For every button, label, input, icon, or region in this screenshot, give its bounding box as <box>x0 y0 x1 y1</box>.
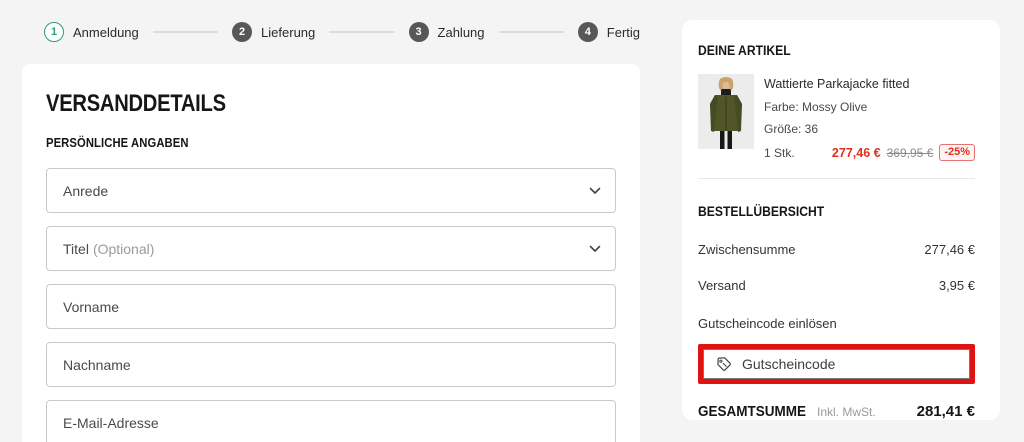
personal-data-fields: Anrede Titel (Optional) Vorname Nachname… <box>46 168 616 442</box>
title-select[interactable]: Titel (Optional) <box>46 226 616 271</box>
grand-total-label-group: GESAMTSUMME Inkl. MwSt. <box>698 403 876 420</box>
step-label: Fertig <box>606 24 641 40</box>
step-number-badge: 2 <box>232 22 253 42</box>
step-anmeldung[interactable]: 1 Anmeldung <box>44 22 139 42</box>
shipping-row: Versand 3,95 € <box>698 278 975 293</box>
cart-item-row: Wattierte Parkajacke fitted Farbe: Mossy… <box>698 74 975 161</box>
current-price: 277,46 € <box>831 145 881 160</box>
first-name-input[interactable]: Vorname <box>46 284 616 329</box>
product-thumbnail-image <box>698 74 754 149</box>
product-info: Wattierte Parkajacke fitted Farbe: Mossy… <box>764 74 975 161</box>
product-size: Größe: 36 <box>764 122 819 136</box>
step-fertig[interactable]: 4 Fertig <box>577 22 641 42</box>
product-name: Wattierte Parkajacke fitted <box>764 77 910 91</box>
quantity-price-row: 1 Stk. 277,46 € 369,95 € -25% <box>764 144 975 161</box>
subtotal-value: 277,46 € <box>924 242 975 257</box>
subtotal-label: Zwischensumme <box>698 242 796 257</box>
checkout-stepper: 1 Anmeldung 2 Lieferung 3 Zahlung 4 Fert… <box>22 0 640 64</box>
checkout-left-column: 1 Anmeldung 2 Lieferung 3 Zahlung 4 Fert… <box>22 0 640 442</box>
vat-included-note: Inkl. MwSt. <box>817 405 876 419</box>
tag-icon <box>717 357 731 371</box>
salutation-select[interactable]: Anrede <box>46 168 616 213</box>
your-articles-title: DEINE ARTIKEL <box>698 43 791 58</box>
grand-total-label: GESAMTSUMME <box>698 403 806 420</box>
email-placeholder: E-Mail-Adresse <box>63 414 159 431</box>
voucher-code-placeholder: Gutscheincode <box>742 356 836 372</box>
section-title-personal-data: PERSÖNLICHE ANGABEN <box>46 136 189 150</box>
product-quantity: 1 Stk. <box>764 145 795 160</box>
step-lieferung[interactable]: 2 Lieferung <box>232 22 315 42</box>
email-input[interactable]: E-Mail-Adresse <box>46 400 616 442</box>
chevron-down-icon <box>589 187 601 194</box>
last-name-placeholder: Nachname <box>63 356 131 373</box>
step-number-badge: 3 <box>408 22 429 42</box>
shipping-value: 3,95 € <box>938 278 975 293</box>
discount-badge: -25% <box>939 144 975 161</box>
shipping-details-card: VERSANDDETAILS PERSÖNLICHE ANGABEN Anred… <box>22 64 640 442</box>
voucher-code-input[interactable]: Gutscheincode <box>703 349 970 379</box>
price-group: 277,46 € 369,95 € -25% <box>832 144 975 161</box>
voucher-highlight-annotation: Gutscheincode <box>698 344 975 384</box>
voucher-redeem-label: Gutscheincode einlösen <box>698 316 837 331</box>
grand-total-value: 281,41 € <box>916 403 975 420</box>
chevron-down-icon <box>589 245 601 252</box>
subtotal-row: Zwischensumme 277,46 € <box>698 242 975 257</box>
original-price: 369,95 € <box>886 145 934 160</box>
step-number-badge: 4 <box>577 22 598 42</box>
product-color: Farbe: Mossy Olive <box>764 100 868 114</box>
step-label: Lieferung <box>261 24 316 40</box>
step-label: Anmeldung <box>73 24 139 40</box>
step-label: Zahlung <box>437 24 485 40</box>
page-title: VERSANDDETAILS <box>46 90 226 117</box>
salutation-select-label: Anrede <box>63 182 109 199</box>
order-overview-section: BESTELLÜBERSICHT <box>698 203 975 221</box>
step-connector-line <box>498 31 564 33</box>
step-number-badge: 1 <box>44 22 64 42</box>
order-overview-title: BESTELLÜBERSICHT <box>698 204 825 219</box>
order-summary-sidebar: DEINE ARTIKEL Wattierte Parkajacke fitte… <box>682 20 1000 420</box>
shipping-label: Versand <box>698 278 746 293</box>
grand-total-row: GESAMTSUMME Inkl. MwSt. 281,41 € <box>698 403 975 420</box>
step-zahlung[interactable]: 3 Zahlung <box>408 22 485 42</box>
step-connector-line <box>152 31 219 33</box>
last-name-input[interactable]: Nachname <box>46 342 616 387</box>
first-name-placeholder: Vorname <box>63 298 120 315</box>
title-select-optional-hint: (Optional) <box>92 240 155 257</box>
sidebar-divider <box>698 178 975 179</box>
title-select-label: Titel <box>63 240 89 257</box>
step-connector-line <box>329 31 395 33</box>
